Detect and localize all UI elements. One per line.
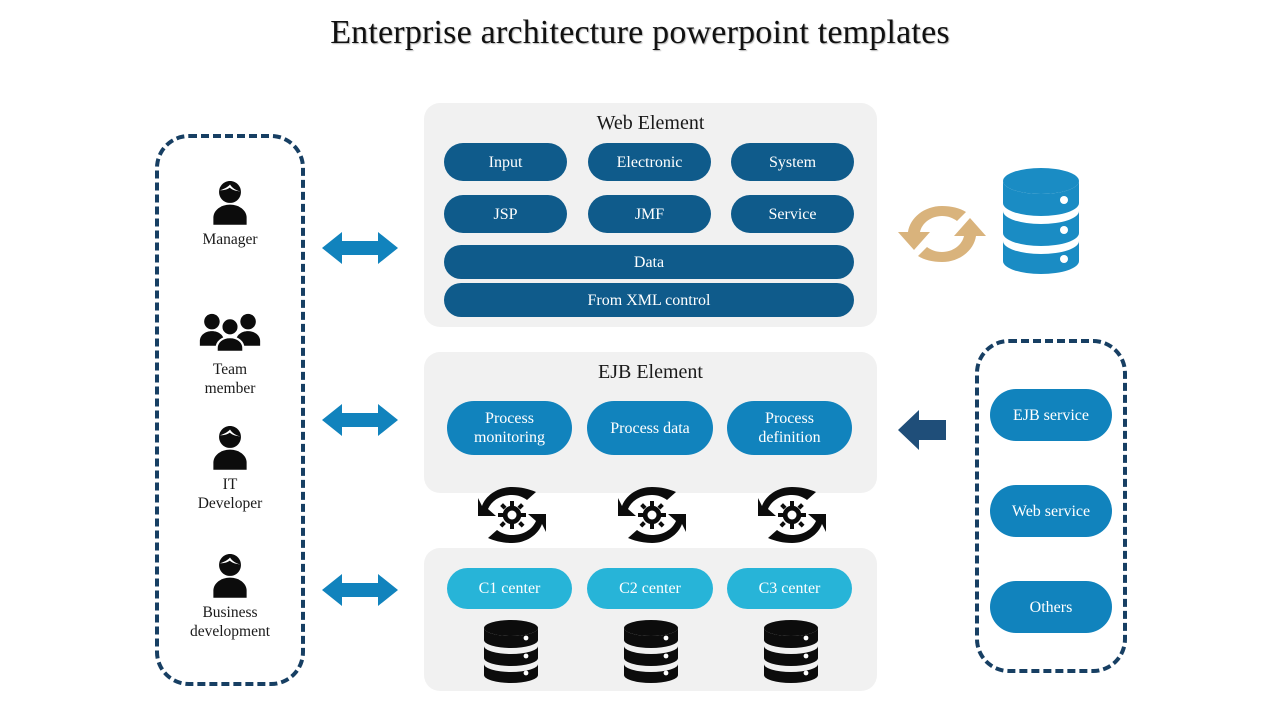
pill-from-xml-control[interactable]: From XML control [444,283,854,317]
actor-business-development[interactable]: Business development [155,551,305,641]
pill-process-definition[interactable]: Process definition [727,401,852,455]
actor-label: Team [212,361,248,378]
pill-c1-center[interactable]: C1 center [447,568,572,609]
pill-line2: monitoring [473,429,546,446]
pill-process-data[interactable]: Process data [587,401,713,455]
actor-label-line2: member [204,380,256,397]
actor-label: Manager [202,231,258,248]
pill-line2: definition [758,429,821,446]
pill-others[interactable]: Others [990,581,1112,633]
ejb-element-title: EJB Element [598,361,703,383]
pill-c2-center[interactable]: C2 center [587,568,713,609]
actor-label-line2: Developer [197,495,263,512]
person-icon [213,426,247,470]
left-arrow-icon [898,410,946,450]
pill-electronic[interactable]: Electronic [588,143,711,181]
pill-jsp[interactable]: JSP [444,195,567,233]
pill-system[interactable]: System [731,143,854,181]
pill-web-service[interactable]: Web service [990,485,1112,537]
actor-label: Business [202,604,258,621]
double-arrow-icon [322,574,398,606]
database-stack-blue-icon [1003,168,1079,274]
gear-sync-icon [618,487,686,543]
actor-label-line2: development [189,623,271,640]
pill-input[interactable]: Input [444,143,567,181]
pill-line1: Process data [610,419,690,437]
pill-c3-center[interactable]: C3 center [727,568,852,609]
sync-arrows-icon [898,206,986,262]
database-stack-icon [624,620,678,683]
actor-team-member[interactable]: Team member [155,308,305,398]
database-stack-icon [484,620,538,683]
person-icon [213,554,247,598]
pill-data[interactable]: Data [444,245,854,279]
gear-sync-icon [758,487,826,543]
gear-sync-icon [478,487,546,543]
pill-jmf[interactable]: JMF [588,195,711,233]
people-group-icon [199,313,261,353]
double-arrow-icon [322,404,398,436]
database-stack-icon [764,620,818,683]
pill-service[interactable]: Service [731,195,854,233]
web-element-title: Web Element [596,112,705,134]
actor-it-developer[interactable]: IT Developer [155,423,305,513]
pill-ejb-service[interactable]: EJB service [990,389,1112,441]
person-icon [213,181,247,225]
pill-line1: Process [485,410,534,427]
pill-line1: Process [765,410,814,427]
double-arrow-icon [322,232,398,264]
actor-label: IT [222,476,238,493]
pill-process-monitoring[interactable]: Process monitoring [447,401,572,455]
page-title: Enterprise architecture powerpoint templ… [330,14,950,51]
actor-manager[interactable]: Manager [155,178,305,249]
